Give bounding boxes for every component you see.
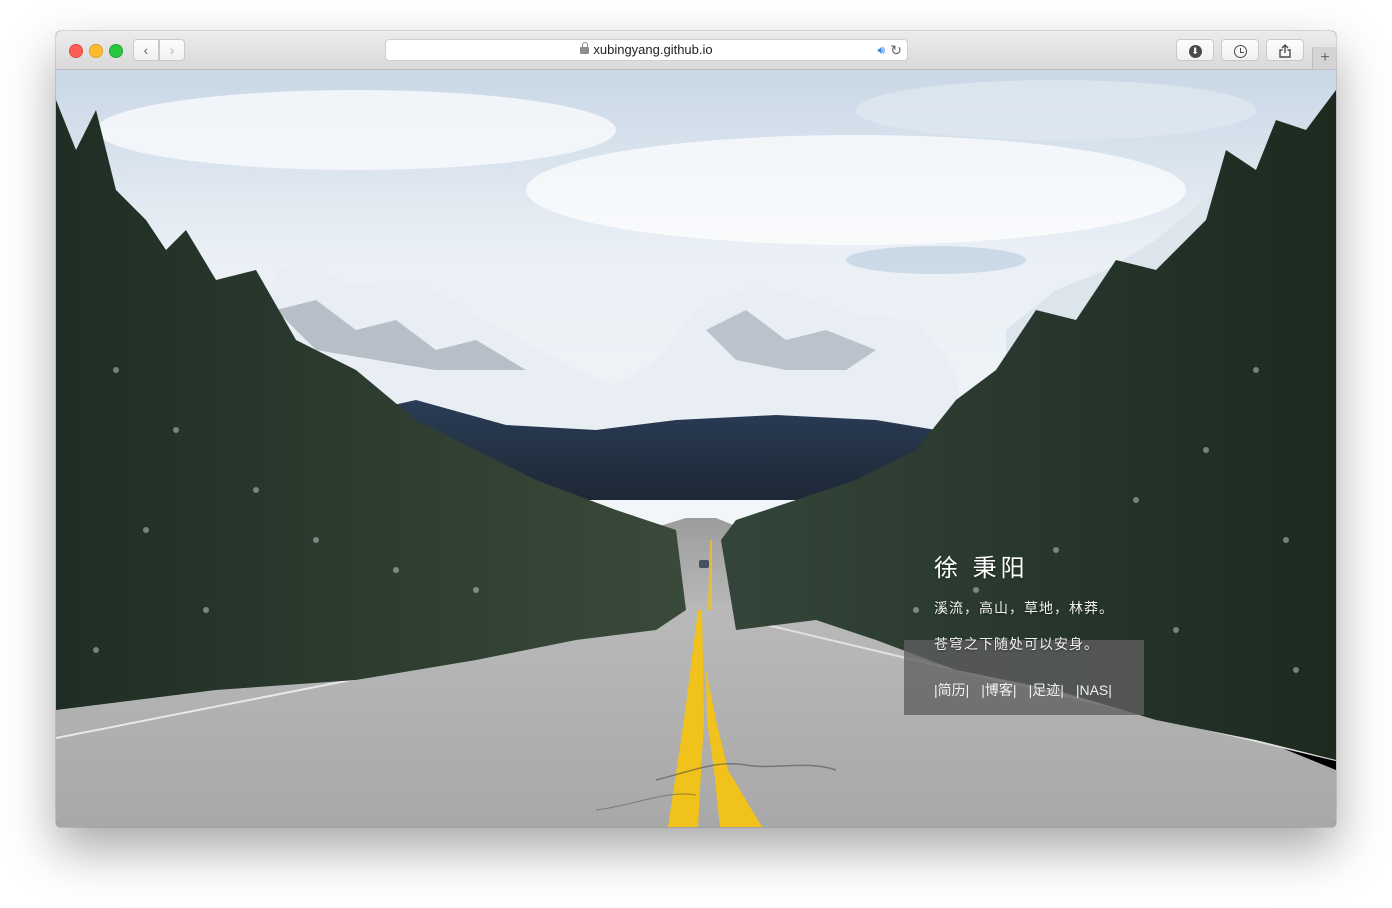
browser-window: ‹ › xubingyang.github.io 🔊︎ ↻ ⬇ + |简历| |… — [56, 31, 1336, 827]
zoom-window-button[interactable] — [109, 44, 123, 58]
nav-links: |简历| |博客| |足迹| |NAS| — [934, 680, 1124, 700]
profile-name: 徐 秉阳 — [934, 555, 1029, 582]
history-button[interactable] — [1221, 39, 1259, 61]
share-icon — [1279, 44, 1291, 58]
chevron-left-icon: ‹ — [143, 42, 149, 58]
close-window-button[interactable] — [69, 44, 83, 58]
reload-icon[interactable]: ↻ — [890, 40, 902, 60]
url-text: xubingyang.github.io — [593, 42, 713, 57]
page-viewport: |简历| |博客| |足迹| |NAS| 徐 秉阳 溪流，高山，草地，林莽。 苍穹之下… — [56, 70, 1336, 827]
lock-icon — [580, 42, 590, 54]
motto-line-2: 苍穹之下随处可以安身。 — [934, 636, 1099, 652]
link-blog[interactable]: |博客| — [981, 682, 1016, 698]
speaker-icon[interactable]: 🔊︎ — [877, 40, 885, 60]
back-button[interactable]: ‹ — [133, 39, 159, 61]
chevron-right-icon: › — [169, 42, 175, 58]
download-icon: ⬇ — [1188, 44, 1202, 58]
link-resume[interactable]: |简历| — [934, 682, 969, 698]
motto-line-1: 溪流，高山，草地，林莽。 — [934, 600, 1114, 616]
minimize-window-button[interactable] — [89, 44, 103, 58]
browser-toolbar: ‹ › xubingyang.github.io 🔊︎ ↻ ⬇ + — [56, 31, 1336, 70]
plus-icon: + — [1320, 49, 1330, 66]
clock-icon — [1233, 44, 1247, 58]
background-photo — [56, 70, 1336, 827]
link-nas[interactable]: |NAS| — [1076, 682, 1112, 698]
share-button[interactable] — [1266, 39, 1304, 61]
url-display: xubingyang.github.io — [386, 40, 907, 60]
forward-button[interactable]: › — [159, 39, 185, 61]
address-bar[interactable]: xubingyang.github.io 🔊︎ ↻ — [385, 39, 908, 61]
link-footprints[interactable]: |足迹| — [1029, 682, 1064, 698]
downloads-button[interactable]: ⬇ — [1176, 39, 1214, 61]
new-tab-button[interactable]: + — [1312, 47, 1336, 69]
